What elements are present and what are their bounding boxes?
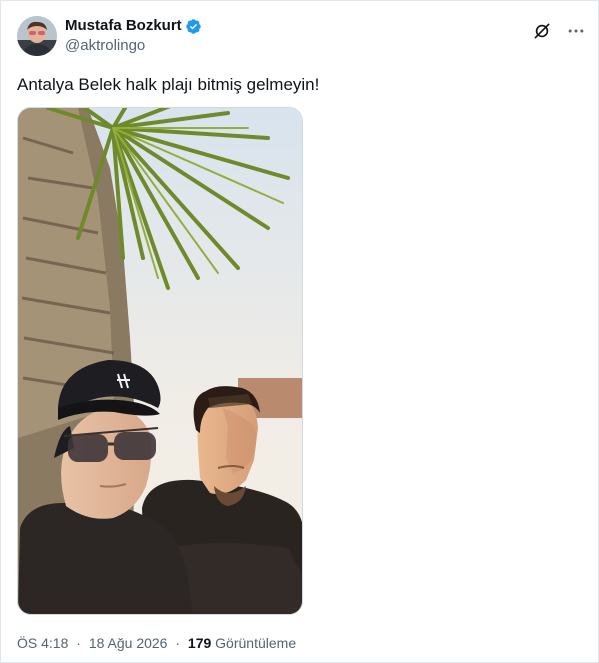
tweet-meta: ÖS 4:18 · 18 Ağu 2026 · 179 Görüntüleme [17,633,296,653]
tweet-date[interactable]: 18 Ağu 2026 [89,635,168,651]
grok-icon[interactable] [531,20,553,42]
author-names[interactable]: Mustafa Bozkurt @aktrolingo [65,16,202,56]
meta-separator: · [76,635,81,651]
verified-badge-icon [185,18,202,35]
more-icon[interactable] [565,20,587,42]
tweet-text: Antalya Belek halk plajı bitmiş gelmeyin… [17,75,320,94]
tweet-time[interactable]: ÖS 4:18 [17,635,68,651]
meta-separator: · [175,635,181,651]
views-count: 179 [187,635,212,651]
display-name[interactable]: Mustafa Bozkurt [65,16,182,36]
handle[interactable]: @aktrolingo [65,36,202,56]
tweet-card: Mustafa Bozkurt @aktrolingo Antalya Bele… [0,0,599,663]
tweet-header: Mustafa Bozkurt @aktrolingo [17,16,587,56]
views-label: Görüntüleme [215,635,297,651]
avatar[interactable] [17,16,57,56]
header-actions [531,20,587,42]
tweet-photo[interactable] [17,107,303,615]
